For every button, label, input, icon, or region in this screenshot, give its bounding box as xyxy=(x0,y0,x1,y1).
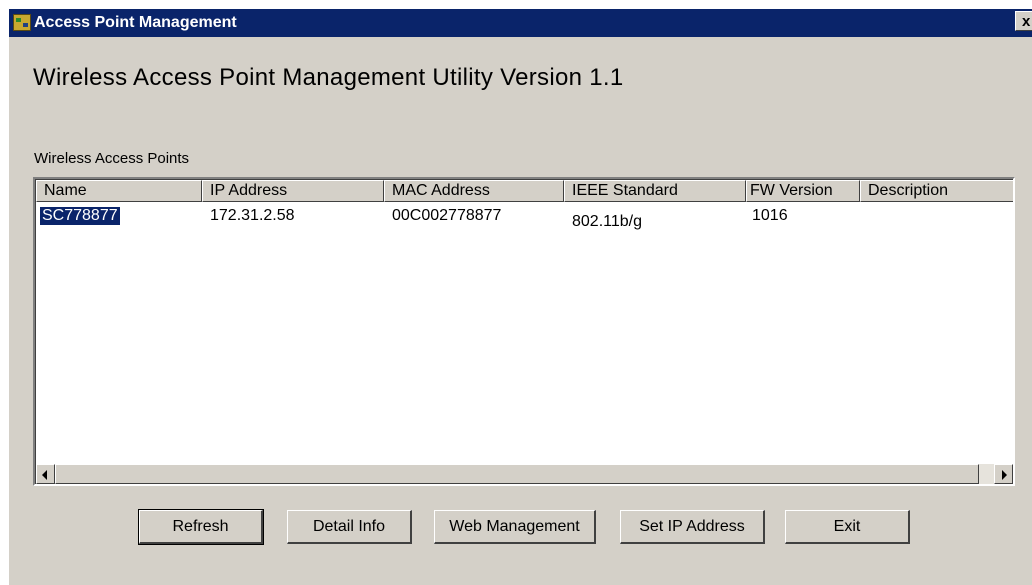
scroll-left-button[interactable] xyxy=(36,464,55,484)
column-header-description[interactable]: Description xyxy=(860,180,1013,202)
detail-info-button[interactable]: Detail Info xyxy=(287,510,412,544)
window-title: Access Point Management xyxy=(34,14,237,31)
web-management-button[interactable]: Web Management xyxy=(434,510,596,544)
horizontal-scrollbar[interactable] xyxy=(36,464,1013,484)
cell-ip-address: 172.31.2.58 xyxy=(210,207,295,224)
app-icon xyxy=(13,14,31,31)
cell-ieee-standard: 802.11b/g xyxy=(572,213,642,230)
exit-button[interactable]: Exit xyxy=(785,510,910,544)
page-title: Wireless Access Point Management Utility… xyxy=(33,64,624,91)
title-bar[interactable]: Access Point Management x xyxy=(9,9,1032,37)
refresh-button[interactable]: Refresh xyxy=(138,509,264,545)
access-point-list[interactable]: Name IP Address MAC Address IEEE Standar… xyxy=(33,177,1015,486)
set-ip-address-button[interactable]: Set IP Address xyxy=(620,510,765,544)
app-window: Access Point Management x Wireless Acces… xyxy=(8,8,1032,585)
list-header: Name IP Address MAC Address IEEE Standar… xyxy=(36,180,1013,202)
scroll-thumb[interactable] xyxy=(55,464,979,484)
column-header-mac-address[interactable]: MAC Address xyxy=(384,180,564,202)
arrow-left-icon xyxy=(42,470,47,480)
cell-fw-version: 1016 xyxy=(752,207,788,224)
column-header-ip-address[interactable]: IP Address xyxy=(202,180,384,202)
arrow-right-icon xyxy=(1002,470,1007,480)
column-header-name[interactable]: Name xyxy=(36,180,202,202)
column-header-fw-version[interactable]: FW Version xyxy=(746,180,860,202)
column-header-ieee-standard[interactable]: IEEE Standard xyxy=(564,180,746,202)
cell-mac-address: 00C002778877 xyxy=(392,207,502,224)
access-points-label: Wireless Access Points xyxy=(34,150,190,167)
scroll-right-button[interactable] xyxy=(994,464,1013,484)
cell-name[interactable]: SC778877 xyxy=(39,206,121,226)
close-button[interactable]: x xyxy=(1015,11,1032,31)
